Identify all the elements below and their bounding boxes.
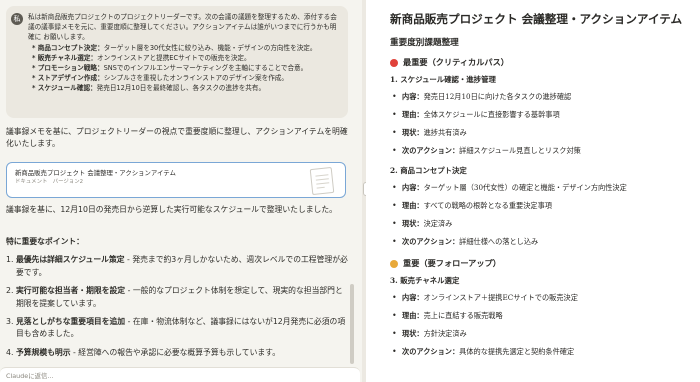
assistant-reply-intro: 議事録メモを基に、プロジェクトリーダーの視点で重要度順に整理し、アクションアイテ… <box>6 127 348 149</box>
key-point-label: 予算規模も明示 <box>15 347 71 357</box>
detail-row: 現状：決定済み <box>390 215 700 233</box>
item-title: 1. スケジュール確認・進捗管理 <box>390 75 496 84</box>
detail-row: 内容：ターゲット層（30代女性）の確定と機能・デザイン方向性決定 <box>390 179 700 197</box>
item-details: 内容：オンラインストア＋提携ECサイトでの販売決定 理由：売上に直結する販売戦略… <box>390 289 700 361</box>
detail-row: 理由：売上に直結する販売戦略 <box>390 307 700 325</box>
item-title: 2. 商品コンセプト決定 <box>390 166 467 175</box>
key-point-item: 2. 実行可能な担当者・期限を設定 - 一般的なプロジェクト体制を想定して、現実… <box>6 286 343 308</box>
document-icon <box>309 166 335 196</box>
bullet-item: * ストアデザイン作成：シンプルさを重視したオンラインストアのデザイン案を作成。 <box>28 73 340 83</box>
bullet-item: * 商品コンセプト決定：ターゲット層を30代女性に絞り込み、機能・デザインの方向… <box>28 43 340 53</box>
bullet-item: * スケジュール確認：発売日12月10日を最終確認し、各タスクの進捗を共有。 <box>28 83 340 93</box>
reply-input[interactable]: Claudeに返信... <box>0 367 360 382</box>
user-message: 私 私は新商品販売プロジェクトのプロジェクトリーダーです。次の会議の議題を整理す… <box>6 6 348 118</box>
detail-row: 理由：すべての戦略の根幹となる重要決定事項 <box>390 197 700 215</box>
key-points: 特に重要なポイント： 1. 最優先は詳細スケジュール策定 - 発売まで約3ヶ月し… <box>6 236 350 359</box>
detail-row: 内容：オンラインストア＋提携ECサイトでの販売決定 <box>390 289 700 307</box>
key-point-label: 実行可能な担当者・期限を設定 <box>15 286 126 296</box>
detail-row: 理由：全体スケジュールに直接影響する基幹事項 <box>390 106 700 124</box>
item-title: 3. 販売チャネル選定 <box>390 276 460 285</box>
detail-row: 次のアクション：具体的な提携先選定と契約条件確定 <box>390 343 700 361</box>
detail-row: 現状：方針決定済み <box>390 325 700 343</box>
key-point-label: 見落としがちな重要項目を追加 <box>15 317 126 327</box>
yellow-circle-icon <box>390 259 398 268</box>
key-point-item: 3. 見落としがちな重要項目を追加 - 在庫・物流体制など、議事録にはないが12… <box>6 317 346 339</box>
document-subtitle: 重要度別課題整理 <box>390 38 459 48</box>
reply-input-placeholder: Claudeに返信... <box>6 372 54 380</box>
key-point-label: 最優先は詳細スケジュール策定 <box>15 255 125 265</box>
detail-row: 次のアクション：詳細仕様への落とし込み <box>390 233 700 251</box>
bullet-item: * プロモーション戦略：SNSでのインフルエンサーマーケティングを主軸にすること… <box>28 63 340 73</box>
bullet-label: * 商品コンセプト決定： <box>32 43 104 52</box>
red-circle-icon <box>390 58 398 67</box>
bullet-text: シンプルさを重視したオンラインストアのデザイン案を作成。 <box>103 74 288 83</box>
chat-pane: 私 私は新商品販売プロジェクトのプロジェクトリーダーです。次の会議の議題を整理す… <box>0 0 362 382</box>
bullet-label: * スケジュール確認： <box>32 84 97 93</box>
priority-heading-critical: 最重要（クリティカルパス） <box>390 56 700 69</box>
key-point-text: - 経営陣への報告や承認に必要な概算予算も示しています。 <box>70 347 280 357</box>
document-title: 新商品販売プロジェクト 会議整理・アクションアイテム <box>390 12 683 26</box>
detail-row: 現状：進捗共有済み <box>390 124 700 142</box>
artifact-title: 新商品販売プロジェクト 会議整理・アクションアイテム <box>15 169 176 177</box>
bullet-text: 発売日12月10日を最終確認し、各タスクの進捗を共有。 <box>96 84 266 93</box>
detail-row: 内容：発売日12月10日に向けた各タスクの進捗確認 <box>390 88 700 106</box>
bullet-text: SNSでのインフルエンサーマーケティングを主軸にすることで合意。 <box>103 64 308 73</box>
key-point-item: 4. 予算規模も明示 - 経営陣への報告や承認に必要な概算予算も示しています。 <box>6 347 280 357</box>
detail-row: 次のアクション：詳細スケジュール見直しとリスク対策 <box>390 142 700 160</box>
document-pane: 新商品販売プロジェクト 会議整理・アクションアイテム 重要度別課題整理 最重要（… <box>366 0 700 382</box>
chat-scrollbar[interactable] <box>350 284 354 364</box>
item-details: 内容：発売日12月10日に向けた各タスクの進捗確認 理由：全体スケジュールに直接… <box>390 88 700 160</box>
key-point-item: 1. 最優先は詳細スケジュール策定 - 発売まで約3ヶ月しかないため、週次レベル… <box>6 255 348 277</box>
bullet-label: * 販売チャネル選定： <box>32 53 98 62</box>
assistant-reply-summary: 議事録を基に、12月10日の発売日から逆算した実行可能なスケジュールで整理いたし… <box>6 205 337 214</box>
bullet-label: * ストアデザイン作成： <box>32 74 104 83</box>
priority-heading-important: 重要（要フォローアップ） <box>390 257 700 270</box>
bullet-label: * プロモーション戦略： <box>32 64 104 73</box>
item-details: 内容：ターゲット層（30代女性）の確定と機能・デザイン方向性決定 理由：すべての… <box>390 179 700 251</box>
user-avatar: 私 <box>11 13 23 25</box>
key-points-title: 特に重要なポイント： <box>6 237 84 246</box>
artifact-meta: ドキュメント バージョン2 <box>15 179 84 185</box>
bullet-text: オンラインストアと提携ECサイトでの販売を決定。 <box>97 53 251 62</box>
bullet-text: ターゲット層を30代女性に絞り込み、機能・デザインの方向性を決定。 <box>103 43 317 52</box>
artifact-card[interactable]: 新商品販売プロジェクト 会議整理・アクションアイテム ドキュメント バージョン2 <box>6 162 346 198</box>
user-message-intro: 私は新商品販売プロジェクトのプロジェクトリーダーです。次の会議の議題を整理するた… <box>28 13 337 42</box>
bullet-item: * 販売チャネル選定：オンラインストアと提携ECサイトでの販売を決定。 <box>28 53 340 63</box>
